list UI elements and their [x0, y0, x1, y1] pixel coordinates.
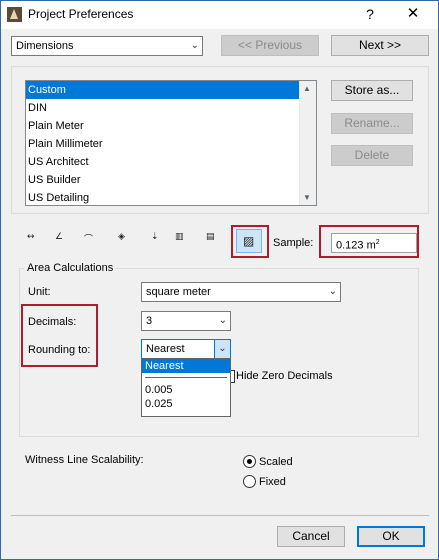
- footer-separator: [11, 515, 429, 516]
- delete-button[interactable]: Delete: [331, 145, 413, 166]
- title-bar: Project Preferences ? ✕: [1, 1, 438, 29]
- list-item-us-detailing[interactable]: US Detailing: [26, 189, 316, 205]
- scroll-up-icon[interactable]: ▲: [303, 84, 311, 93]
- rounding-select[interactable]: Nearest ⌄: [141, 339, 231, 359]
- help-button[interactable]: ?: [359, 4, 381, 24]
- store-as-button[interactable]: Store as...: [331, 80, 413, 101]
- list-item-plain-meter[interactable]: Plain Meter: [26, 117, 316, 135]
- preferences-page-value: Dimensions: [16, 40, 74, 52]
- previous-button[interactable]: << Previous: [221, 35, 319, 56]
- list-item-din[interactable]: DIN: [26, 99, 316, 117]
- scaled-label: Scaled: [259, 456, 293, 468]
- decimals-rounding-highlight: [21, 304, 98, 367]
- rounding-option-0005[interactable]: 0.005: [142, 383, 230, 397]
- area-icon-highlight: [231, 225, 269, 258]
- unit-label: Unit:: [28, 286, 51, 298]
- fixed-radio[interactable]: [243, 475, 256, 488]
- cancel-button[interactable]: Cancel: [277, 526, 345, 547]
- hide-zero-decimals-label: Hide Zero Decimals: [236, 370, 333, 382]
- scroll-down-icon[interactable]: ▼: [303, 193, 311, 202]
- scaled-radio[interactable]: [243, 455, 256, 468]
- area-calculations-title: Area Calculations: [24, 262, 117, 274]
- chevron-down-icon: ⌄: [218, 315, 227, 326]
- list-scrollbar[interactable]: ▲ ▼: [299, 81, 316, 205]
- rename-button[interactable]: Rename...: [331, 113, 413, 134]
- unit-value: square meter: [146, 286, 211, 298]
- list-item-custom[interactable]: Custom: [26, 81, 316, 99]
- witness-line-label: Witness Line Scalability:: [25, 454, 144, 466]
- ok-button[interactable]: OK: [357, 526, 425, 547]
- door-window-dimension-icon[interactable]: ▥: [175, 232, 184, 252]
- dropdown-separator: [145, 377, 227, 378]
- elevation-dimension-icon[interactable]: ⇣: [151, 232, 159, 252]
- rounding-option-0025[interactable]: 0.025: [142, 397, 230, 411]
- window-title: Project Preferences: [28, 7, 134, 21]
- rounding-dropdown-list[interactable]: Nearest 0.005 0.025: [141, 358, 231, 417]
- fixed-label: Fixed: [259, 476, 286, 488]
- rounding-option-nearest[interactable]: Nearest: [142, 359, 230, 373]
- archicad-app-icon: [7, 7, 22, 22]
- unit-select[interactable]: square meter ⌄: [141, 282, 341, 302]
- list-item-plain-millimeter[interactable]: Plain Millimeter: [26, 135, 316, 153]
- list-item-us-builder[interactable]: US Builder: [26, 171, 316, 189]
- close-button[interactable]: ✕: [401, 4, 425, 24]
- project-preferences-dialog: Project Preferences ? ✕ Dimensions ⌄ << …: [0, 0, 439, 560]
- sill-height-dimension-icon[interactable]: ▤: [206, 232, 215, 252]
- sample-highlight: [319, 225, 419, 258]
- next-button[interactable]: Next >>: [331, 35, 429, 56]
- decimals-select[interactable]: 3 ⌄: [141, 311, 231, 331]
- radial-dimension-icon[interactable]: ⌒: [84, 232, 93, 252]
- linear-dimension-icon[interactable]: ↔: [27, 232, 35, 252]
- chevron-down-icon: ⌄: [328, 286, 337, 297]
- list-item-us-architect[interactable]: US Architect: [26, 153, 316, 171]
- chevron-down-icon: ⌄: [190, 40, 199, 51]
- angle-dimension-icon[interactable]: ∠: [55, 232, 63, 252]
- preferences-page-select[interactable]: Dimensions ⌄: [11, 36, 203, 56]
- sample-label: Sample:: [273, 237, 314, 249]
- dimension-standards-list[interactable]: Custom DIN Plain Meter Plain Millimeter …: [25, 80, 317, 206]
- decimals-value: 3: [146, 315, 153, 327]
- level-dimension-icon[interactable]: ◈: [118, 232, 125, 252]
- chevron-down-icon: ⌄: [214, 340, 230, 358]
- rounding-value: Nearest: [146, 343, 185, 355]
